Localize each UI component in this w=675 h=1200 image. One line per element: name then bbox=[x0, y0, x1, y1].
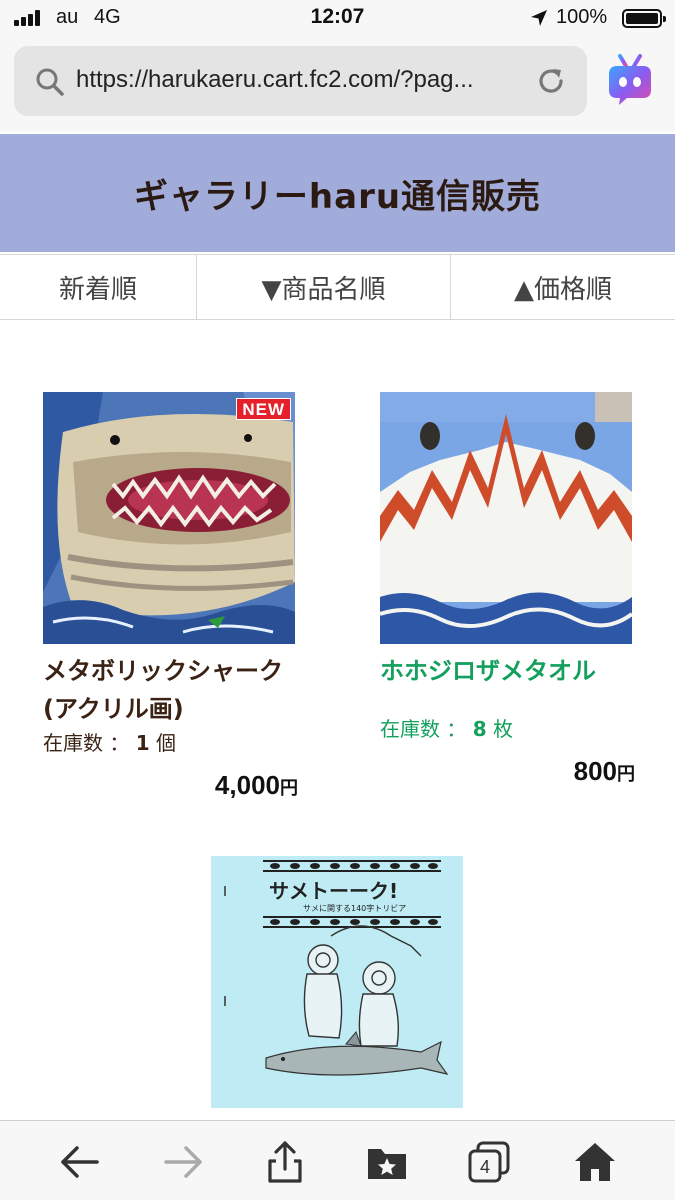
home-icon[interactable] bbox=[572, 1139, 618, 1185]
product-card[interactable]: NEW メタボリックシャーク (アクリル画) 在庫数 ： 1 個 4,000円 bbox=[43, 392, 298, 801]
price-unit: 円 bbox=[617, 764, 635, 784]
tabs-icon[interactable]: 4 bbox=[466, 1139, 512, 1185]
stock-count: 8 bbox=[472, 717, 487, 741]
page-title: ギャラリーharu通信販売 bbox=[133, 176, 542, 217]
sort-newest-tab[interactable]: 新着順 bbox=[0, 255, 196, 319]
bookmarks-icon[interactable] bbox=[364, 1139, 410, 1185]
back-arrow-icon[interactable] bbox=[57, 1139, 103, 1185]
product-price: 800円 bbox=[380, 756, 635, 787]
cover-title: サメトーーク! bbox=[269, 879, 398, 903]
stock-label: 在庫数 ： bbox=[43, 731, 136, 755]
stock-unit: 個 bbox=[149, 731, 176, 755]
url-text[interactable]: https://harukaeru.cart.fc2.com/?pag... bbox=[76, 66, 536, 94]
product-card[interactable]: ホホジロザメタオル 在庫数 ： 8 枚 800円 bbox=[380, 392, 635, 787]
stock-label: 在庫数 ： bbox=[380, 717, 473, 741]
price-value: 4,000 bbox=[214, 770, 280, 800]
sort-name-tab[interactable]: ▼商品名順 bbox=[196, 255, 450, 319]
price-unit: 円 bbox=[280, 778, 298, 798]
battery-icon bbox=[622, 9, 666, 28]
browser-address-bar: https://harukaeru.cart.fc2.com/?pag... bbox=[0, 36, 675, 132]
app-mascot-icon[interactable] bbox=[605, 54, 655, 106]
forward-arrow-icon[interactable] bbox=[160, 1139, 206, 1185]
url-field[interactable]: https://harukaeru.cart.fc2.com/?pag... bbox=[14, 46, 587, 116]
product-image[interactable] bbox=[380, 392, 632, 644]
product-stock: 在庫数 ： 1 個 bbox=[43, 728, 298, 758]
sort-tabs: 新着順 ▼商品名順 ▲価格順 bbox=[0, 254, 675, 320]
location-arrow-icon bbox=[531, 10, 547, 26]
product-price: 4,000円 bbox=[43, 770, 298, 801]
share-icon[interactable] bbox=[262, 1139, 308, 1185]
search-icon bbox=[36, 68, 64, 96]
product-image[interactable]: NEW bbox=[43, 392, 295, 644]
new-badge: NEW bbox=[236, 398, 291, 420]
status-bar: au 4G 12:07 100% bbox=[0, 0, 675, 36]
stock-unit: 枚 bbox=[486, 717, 513, 741]
battery-percent: 100% bbox=[556, 6, 608, 28]
reload-icon[interactable] bbox=[534, 64, 568, 98]
product-card[interactable]: サメトーーク! サメに関する140字トリビア bbox=[211, 856, 466, 1108]
product-name[interactable]: ホホジロザメタオル bbox=[380, 652, 635, 690]
product-stock: 在庫数 ： 8 枚 bbox=[380, 714, 635, 744]
product-name-line1[interactable]: メタボリックシャーク bbox=[43, 652, 298, 690]
stock-count: 1 bbox=[135, 731, 150, 755]
tab-count: 4 bbox=[480, 1157, 490, 1177]
browser-toolbar: 4 bbox=[0, 1120, 675, 1200]
product-name[interactable]: メタボリックシャーク (アクリル画) bbox=[43, 652, 298, 728]
product-image[interactable]: サメトーーク! サメに関する140字トリビア bbox=[211, 856, 463, 1108]
price-value: 800 bbox=[573, 756, 617, 786]
product-name-line2[interactable]: (アクリル画) bbox=[43, 690, 298, 728]
cover-subtitle: サメに関する140字トリビア bbox=[303, 903, 406, 913]
sort-price-tab[interactable]: ▲価格順 bbox=[450, 255, 675, 319]
shop-header: ギャラリーharu通信販売 bbox=[0, 134, 675, 252]
